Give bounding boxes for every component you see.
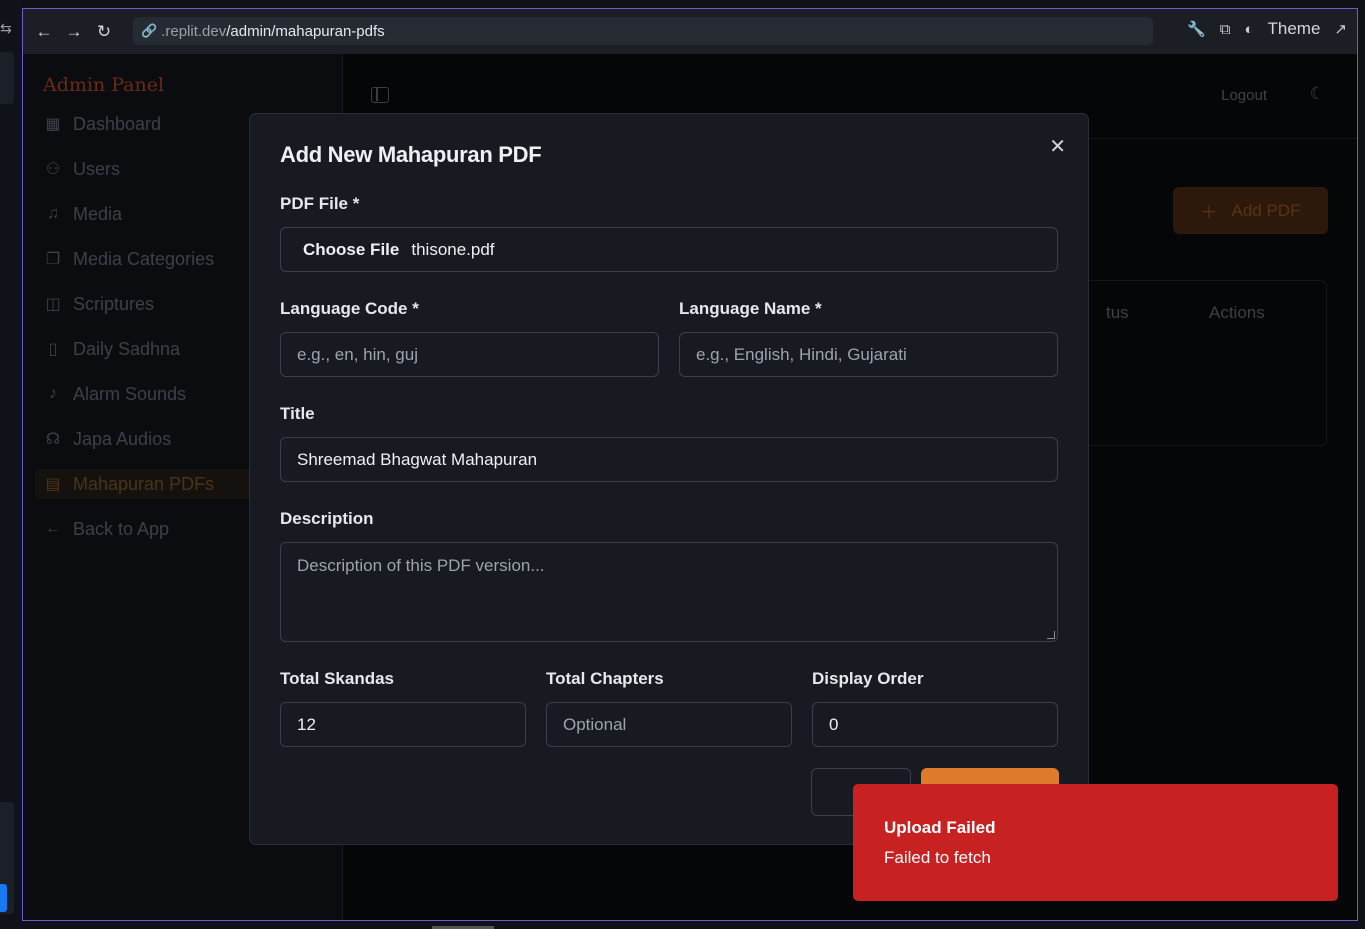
file-text-icon: ▤ [45,476,61,493]
error-toast[interactable]: Upload Failed Failed to fetch [853,784,1338,901]
add-pdf-label: Add PDF [1231,200,1301,220]
browser-actions: 🔧 ⧉ ◐ Theme ↗ [1187,19,1347,39]
display-order-label: Display Order [812,669,924,688]
url-path: /admin/mahapuran-pdfs [226,22,385,40]
brand-title: Admin Panel [43,74,165,96]
toast-description: Failed to fetch [884,848,991,867]
title-input[interactable]: Shreemad Bhagwat Mahapuran [280,437,1058,482]
headphones-icon: ☊ [45,431,61,448]
resize-handle-icon[interactable] [1047,631,1055,639]
total-skandas-input[interactable]: 12 [280,702,526,747]
sidebar-item-japa-audios[interactable]: ☊ Japa Audios [43,424,171,454]
description-textarea[interactable]: Description of this PDF version... [280,542,1058,642]
grid-icon: ▦ [45,116,61,133]
sidebar-item-label: Alarm Sounds [73,383,187,404]
sidebar-item-back-to-app[interactable]: ← Back to App [43,514,169,544]
description-label: Description [280,509,374,528]
users-icon: ⚇ [45,161,61,178]
folders-icon: ❐ [45,251,61,268]
total-skandas-label: Total Skandas [280,669,394,688]
sidebar-item-daily-sadhna[interactable]: ▯ Daily Sadhna [43,334,180,364]
arrow-icon: ⇆ [0,20,12,36]
left-active-indicator [0,884,7,912]
sidebar-item-media[interactable]: ♫ Media [43,199,122,229]
link-icon: 🔗 [141,23,158,38]
choose-file-button[interactable]: Choose File [303,240,399,260]
pdf-file-label: PDF File * [280,194,360,213]
devices-icon[interactable]: ⧉ [1220,21,1231,38]
sidebar-item-label: Daily Sadhna [73,338,181,359]
title-label: Title [280,404,315,423]
table-header-status: tus [1106,303,1129,322]
language-code-input[interactable]: e.g., en, hin, guj [280,332,659,377]
pdf-file-input[interactable]: Choose File thisone.pdf [280,227,1058,272]
forward-arrow-icon[interactable]: → [59,22,89,42]
file-name: thisone.pdf [411,239,495,259]
close-icon[interactable]: ✕ [1049,134,1066,159]
sidebar-toggle-icon[interactable] [371,87,389,103]
pdf-table: tus Actions [1083,280,1327,446]
toast-title: Upload Failed [884,818,996,837]
bell-icon: ♪ [49,385,57,402]
dialog-title: Add New Mahapuran PDF [280,142,542,167]
back-arrow-icon[interactable]: ← [29,22,59,42]
palette-icon[interactable]: ◐ [1244,21,1253,38]
logout-button[interactable]: Logout [1221,87,1267,104]
screen: ⇆ ← → ↻ 🔗 .replit.dev/admin/mahapuran-pd… [0,0,1365,929]
sidebar-item-label: Mahapuran PDFs [73,473,215,494]
sidebar-item-label: Dashboard [73,113,162,134]
sidebar-item-alarm-sounds[interactable]: ♪ Alarm Sounds [43,379,186,409]
url-bar[interactable]: 🔗 .replit.dev/admin/mahapuran-pdfs [133,17,1153,45]
book-open-icon: ◫ [45,296,61,313]
reload-icon[interactable]: ↻ [89,22,119,42]
left-window-strip: ⇆ [0,0,22,929]
browser-toolbar: ← → ↻ 🔗 .replit.dev/admin/mahapuran-pdfs… [23,9,1357,54]
sidebar-item-label: Scriptures [73,293,155,314]
sidebar-item-scriptures[interactable]: ◫ Scriptures [43,289,154,319]
total-chapters-input[interactable]: Optional [546,702,792,747]
url-host: .replit.dev [161,22,227,40]
sidebar-item-label: Back to App [73,518,170,539]
add-pdf-button[interactable]: ＋ Add PDF [1173,187,1328,234]
display-order-input[interactable]: 0 [812,702,1058,747]
sidebar-item-media-categories[interactable]: ❐ Media Categories [43,244,214,274]
language-name-input[interactable]: e.g., English, Hindi, Gujarati [679,332,1058,377]
music-icon: ♫ [47,205,59,222]
arrow-left-icon: ← [45,520,61,537]
description-placeholder: Description of this PDF version... [297,556,545,575]
sidebar-item-users[interactable]: ⚇ Users [43,154,120,184]
left-tab[interactable] [0,52,14,104]
sidebar-item-label: Media [73,203,123,224]
add-pdf-dialog: Add New Mahapuran PDF ✕ PDF File * Choos… [249,113,1089,845]
language-code-label: Language Code * [280,299,419,318]
theme-button[interactable]: Theme [1268,19,1321,39]
table-header-actions: Actions [1209,303,1265,322]
plus-icon: ＋ [1200,203,1218,222]
sidebar-item-label: Japa Audios [73,428,172,449]
sidebar-item-dashboard[interactable]: ▦ Dashboard [43,109,161,139]
external-link-icon[interactable]: ↗ [1334,20,1347,38]
wrench-icon[interactable]: 🔧 [1187,20,1206,38]
total-chapters-label: Total Chapters [546,669,664,688]
book-icon: ▯ [48,341,58,358]
sidebar-item-label: Media Categories [73,248,215,269]
moon-icon[interactable]: ☾ [1310,84,1325,104]
sidebar-item-label: Users [73,158,121,179]
language-name-label: Language Name * [679,299,822,318]
